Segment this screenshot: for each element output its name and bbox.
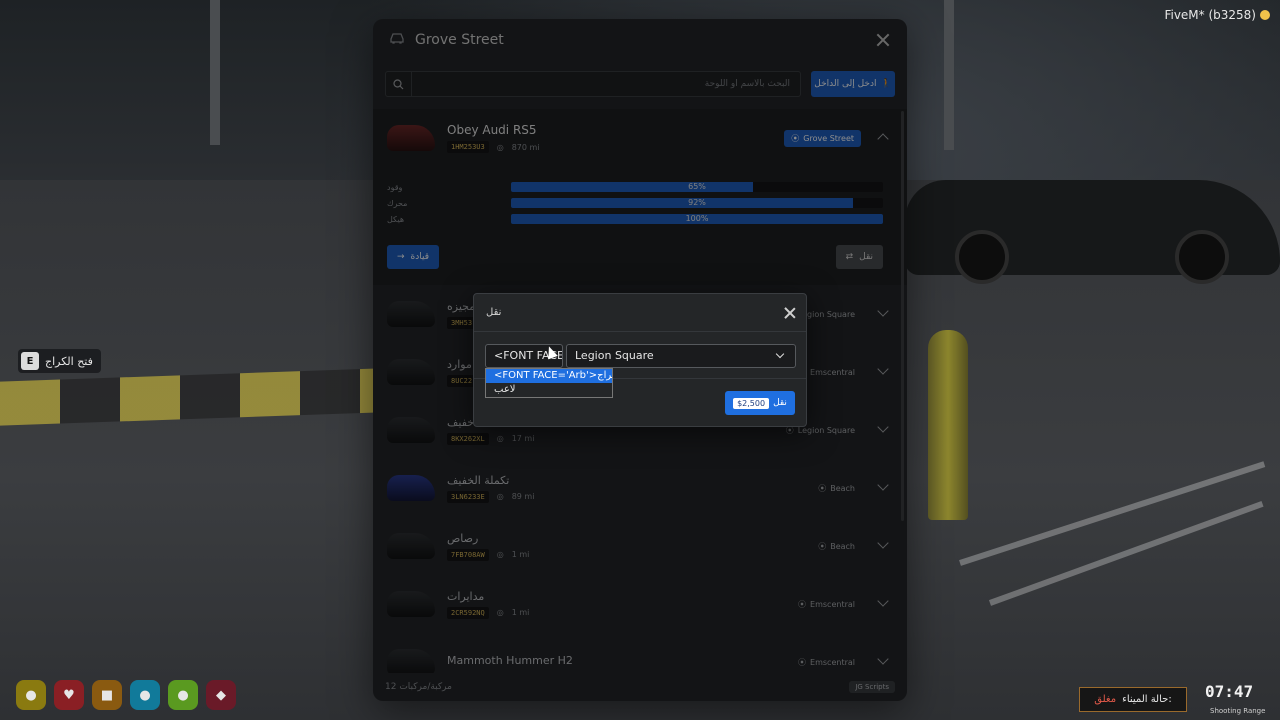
lamp-post	[210, 0, 220, 145]
dropdown-option-garage[interactable]: <FONT FACE='Arb'>كراج	[486, 369, 612, 383]
confirm-transfer-button[interactable]: $2,500 نقل	[725, 391, 795, 415]
transfer-type-options: <FONT FACE='Arb'>كراج لاعب	[485, 368, 613, 398]
stamina-icon: ●	[168, 680, 198, 710]
hunger-icon: ●	[16, 680, 46, 710]
transfer-modal: نقل <FONT FACE='Arb'> Legion Square <FON…	[473, 293, 807, 427]
lamp-post	[944, 0, 954, 150]
stress-icon: ◆	[206, 680, 236, 710]
chevron-down-icon	[775, 349, 785, 359]
port-status-label: حالة الميناء:	[1122, 694, 1172, 705]
dropdown-option-player[interactable]: لاعب	[486, 383, 612, 397]
parked-car	[905, 180, 1280, 284]
player-status-bar: ● ♥ ■ ● ● ◆	[16, 680, 236, 710]
port-status-value: مغلق	[1094, 694, 1117, 705]
fivem-build-label: FiveM* (b3258)	[1164, 8, 1270, 22]
transfer-selects: <FONT FACE='Arb'> Legion Square	[485, 344, 796, 368]
transfer-location-value: Legion Square	[575, 349, 654, 362]
confirm-transfer-label: نقل	[773, 398, 787, 408]
transfer-price: $2,500	[733, 397, 770, 409]
open-garage-text: فتح الكراج	[45, 354, 93, 368]
fivem-logo-icon	[1260, 10, 1270, 20]
yellow-bollard	[928, 330, 968, 520]
port-status: مغلق حالة الميناء:	[1079, 687, 1187, 712]
modal-title: نقل	[486, 307, 502, 318]
location-subtext: Shooting Range	[1210, 707, 1266, 715]
water-icon: ●	[130, 680, 160, 710]
key-e-icon: E	[21, 352, 39, 370]
clock-time: 07:47	[1205, 682, 1254, 701]
transfer-location-select[interactable]: Legion Square	[566, 344, 796, 368]
modal-header: نقل	[474, 294, 806, 332]
close-modal-icon[interactable]	[784, 307, 796, 319]
fivem-build-text: FiveM* (b3258)	[1164, 8, 1256, 22]
open-garage-hint: E فتح الكراج	[18, 349, 101, 373]
food-icon: ■	[92, 680, 122, 710]
health-icon: ♥	[54, 680, 84, 710]
